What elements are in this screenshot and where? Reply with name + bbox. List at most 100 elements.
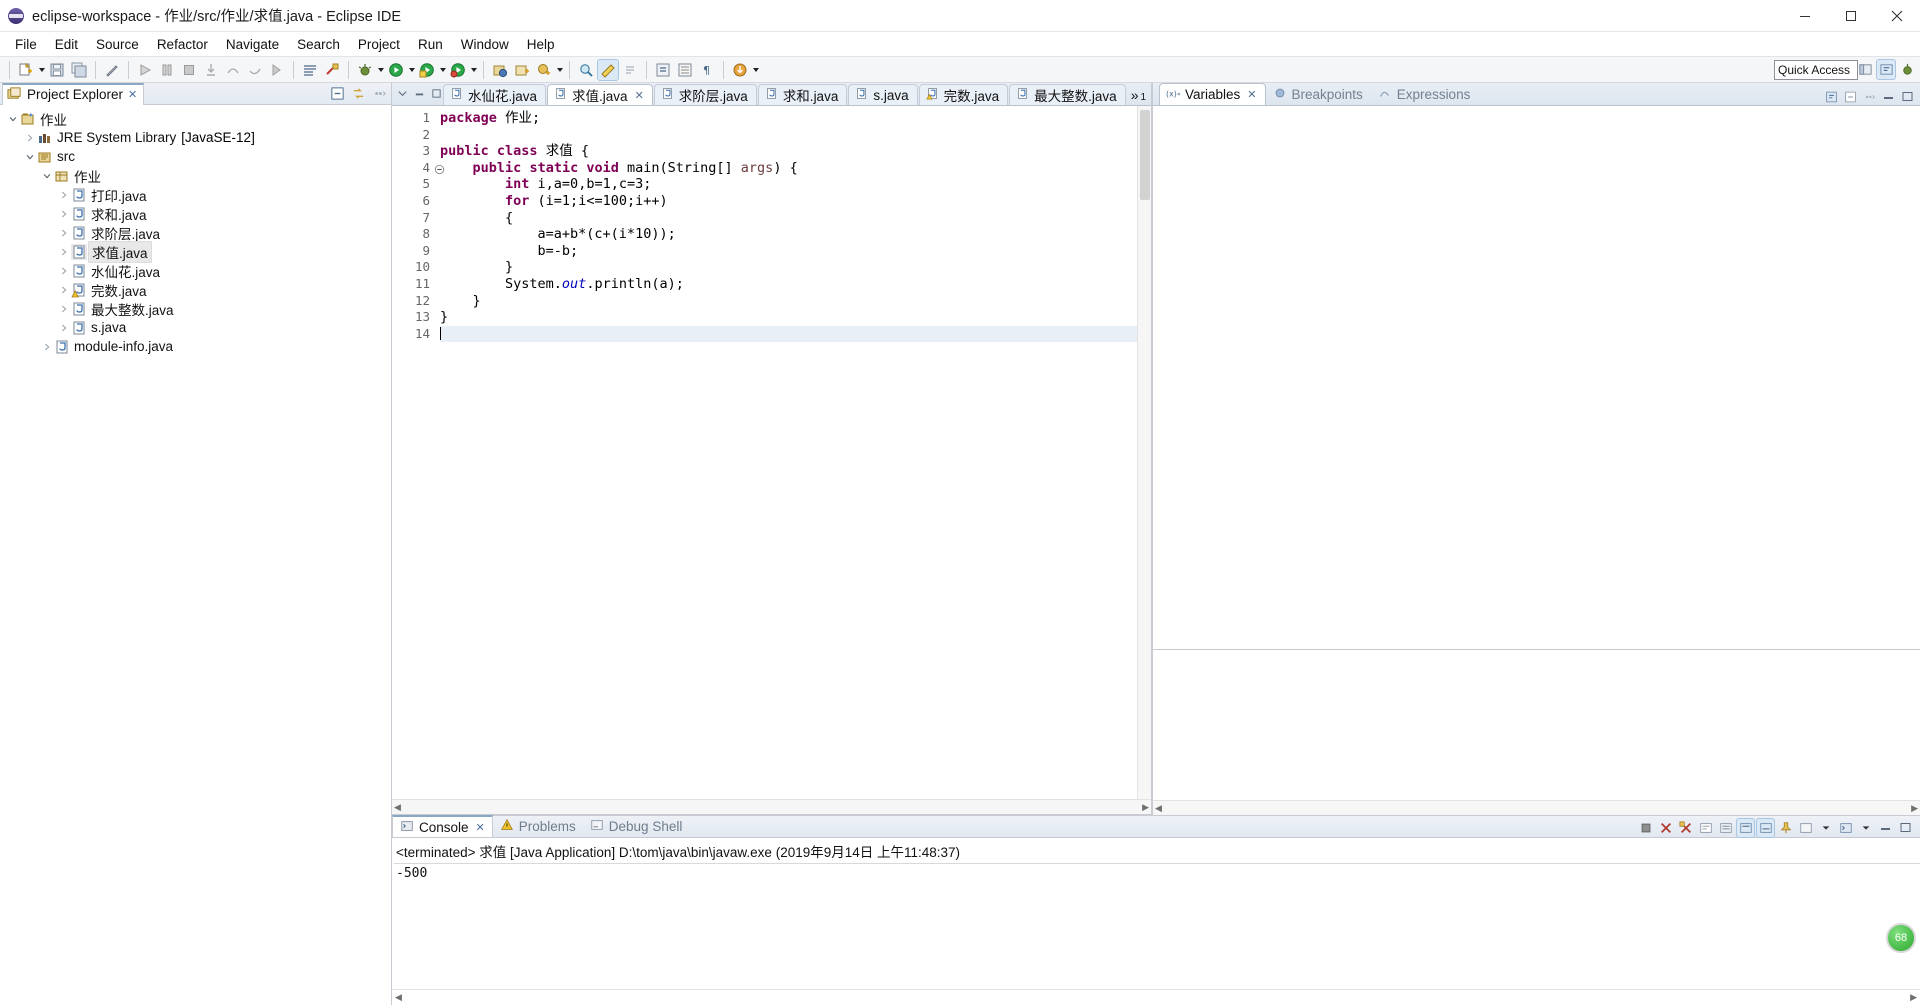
chevron-right-icon[interactable] — [57, 185, 71, 204]
scroll-right-icon[interactable]: ▶ — [1142, 802, 1149, 813]
save-icon[interactable] — [47, 60, 67, 80]
scroll-left-icon[interactable]: ◀ — [395, 992, 402, 1003]
variables-content[interactable] — [1153, 106, 1920, 649]
tree-item[interactable]: 求和.java — [0, 204, 391, 223]
menu-file[interactable]: File — [6, 34, 46, 55]
clear-console-icon[interactable] — [1697, 819, 1714, 837]
run-dropdown-icon[interactable] — [407, 60, 416, 80]
menu-help[interactable]: Help — [518, 34, 564, 55]
external-tools-icon[interactable] — [322, 60, 342, 80]
show-console-on-error-icon[interactable] — [1756, 818, 1775, 838]
download-dropdown-icon[interactable] — [751, 60, 760, 80]
tree-item[interactable]: 求阶层.java — [0, 223, 391, 242]
new-class-icon[interactable] — [534, 60, 554, 80]
editor-tab[interactable]: 最大整数.java — [1009, 84, 1126, 105]
terminate-icon[interactable] — [1637, 819, 1654, 837]
maximize-icon[interactable] — [430, 87, 443, 100]
menu-edit[interactable]: Edit — [46, 34, 87, 55]
show-logical-structure-icon[interactable] — [1825, 90, 1838, 103]
scroll-thumb[interactable] — [1139, 110, 1150, 200]
console-output[interactable]: <terminated> 求值 [Java Application] D:\to… — [392, 838, 1920, 989]
editor-tab[interactable]: 水仙花.java — [443, 84, 547, 105]
show-console-on-output-icon[interactable] — [1736, 818, 1755, 838]
step-return-icon[interactable] — [245, 60, 265, 80]
code-line[interactable]: { — [440, 210, 1137, 227]
scroll-right-icon[interactable]: ▶ — [1910, 992, 1917, 1003]
tree-item[interactable]: s.java — [0, 318, 391, 337]
minimize-icon[interactable] — [1782, 0, 1828, 32]
tree-item[interactable]: 作业 — [0, 166, 391, 185]
menu-refactor[interactable]: Refactor — [148, 34, 217, 55]
pause-icon[interactable] — [157, 60, 177, 80]
scroll-right-icon[interactable]: ▶ — [1911, 803, 1918, 814]
download-sources-icon[interactable] — [730, 60, 750, 80]
console-view-menu-icon[interactable] — [1857, 819, 1874, 837]
editor-vertical-scrollbar[interactable] — [1137, 106, 1151, 799]
status-badge[interactable]: 68 — [1886, 923, 1916, 953]
view-menu-icon[interactable] — [1863, 90, 1876, 103]
editor-tab[interactable]: s.java — [848, 84, 918, 105]
debug-view-tab[interactable]: Expressions — [1372, 83, 1479, 105]
code-line[interactable]: } — [440, 309, 1137, 326]
tree-item[interactable]: 打印.java — [0, 185, 391, 204]
variables-horizontal-scrollbar[interactable]: ◀ ▶ — [1153, 800, 1920, 815]
view-menu-icon[interactable] — [371, 84, 388, 102]
chevron-right-icon[interactable] — [40, 337, 54, 356]
console-tab[interactable]: Problems — [493, 815, 583, 837]
console-tab[interactable]: Debug Shell — [583, 815, 690, 837]
menu-navigate[interactable]: Navigate — [217, 34, 288, 55]
new-icon[interactable] — [16, 60, 36, 80]
scroll-left-icon[interactable]: ◀ — [394, 802, 401, 813]
variables-detail-pane[interactable] — [1153, 650, 1920, 800]
chevron-down-icon[interactable] — [23, 147, 37, 166]
tree-item[interactable]: 求值.java — [0, 240, 391, 263]
project-tree[interactable]: 作业 JRE System Library [JavaSE-12] src 作业 打印.j… — [0, 105, 391, 1005]
collapse-all-icon[interactable] — [329, 84, 346, 102]
tree-item[interactable]: src — [0, 147, 391, 166]
open-type-icon[interactable] — [300, 60, 320, 80]
console-tab[interactable]: Console ✕ — [392, 815, 493, 837]
source-code[interactable]: package 作业; public class 求值 { public sta… — [436, 106, 1137, 799]
java-perspective-icon[interactable] — [597, 58, 619, 81]
new-package-icon[interactable] — [512, 60, 532, 80]
chevron-down-icon[interactable] — [40, 166, 54, 185]
debug-maximize-icon[interactable] — [1901, 90, 1914, 103]
editor-tab[interactable]: 求阶层.java — [653, 84, 757, 105]
run-icon[interactable] — [386, 60, 406, 80]
open-perspective-icon[interactable] — [1856, 60, 1874, 79]
editor-tab[interactable]: 求和.java — [757, 84, 848, 105]
tab-project-explorer[interactable]: Project Explorer ✕ — [2, 82, 145, 105]
run-coverage-icon[interactable] — [417, 60, 437, 80]
debug-view-tab[interactable]: (x)= Variables ✕ — [1159, 83, 1266, 105]
code-line[interactable]: b=-b; — [440, 243, 1137, 260]
code-line[interactable]: } — [440, 259, 1137, 276]
tree-item[interactable]: 完数.java — [0, 280, 391, 299]
tree-item[interactable]: 最大整数.java — [0, 299, 391, 318]
chevron-right-icon[interactable] — [57, 242, 71, 261]
close-icon[interactable] — [1874, 0, 1920, 32]
chevron-right-icon[interactable] — [57, 318, 71, 337]
close-icon[interactable]: ✕ — [635, 89, 644, 102]
code-line[interactable]: public static void main(String[] args) { — [440, 160, 1137, 177]
debug-minimize-icon[interactable] — [1882, 90, 1895, 103]
step-over-icon[interactable] — [223, 60, 243, 80]
chevron-down-icon[interactable] — [6, 109, 20, 128]
new-java-project-icon[interactable] — [490, 60, 510, 80]
link-with-editor-icon[interactable] — [350, 84, 367, 102]
profile-icon[interactable] — [448, 60, 468, 80]
code-line[interactable]: public class 求值 { — [440, 143, 1137, 160]
chevron-right-icon[interactable] — [57, 280, 71, 299]
remove-launch-icon[interactable] — [1657, 819, 1674, 837]
display-selected-console-icon[interactable] — [1797, 819, 1814, 837]
chevron-right-icon[interactable] — [57, 261, 71, 280]
code-line[interactable] — [440, 325, 1137, 343]
profile-dropdown-icon[interactable] — [469, 60, 478, 80]
quick-fix-icon[interactable] — [102, 60, 122, 80]
code-line[interactable] — [440, 127, 1137, 144]
scroll-left-icon[interactable]: ◀ — [1155, 803, 1162, 814]
coverage-dropdown-icon[interactable] — [438, 60, 447, 80]
code-line[interactable]: a=a+b*(c+(i*10)); — [440, 226, 1137, 243]
annotation-next-icon[interactable] — [620, 60, 640, 80]
tree-item[interactable]: 水仙花.java — [0, 261, 391, 280]
tree-item[interactable]: JRE System Library [JavaSE-12] — [0, 128, 391, 147]
